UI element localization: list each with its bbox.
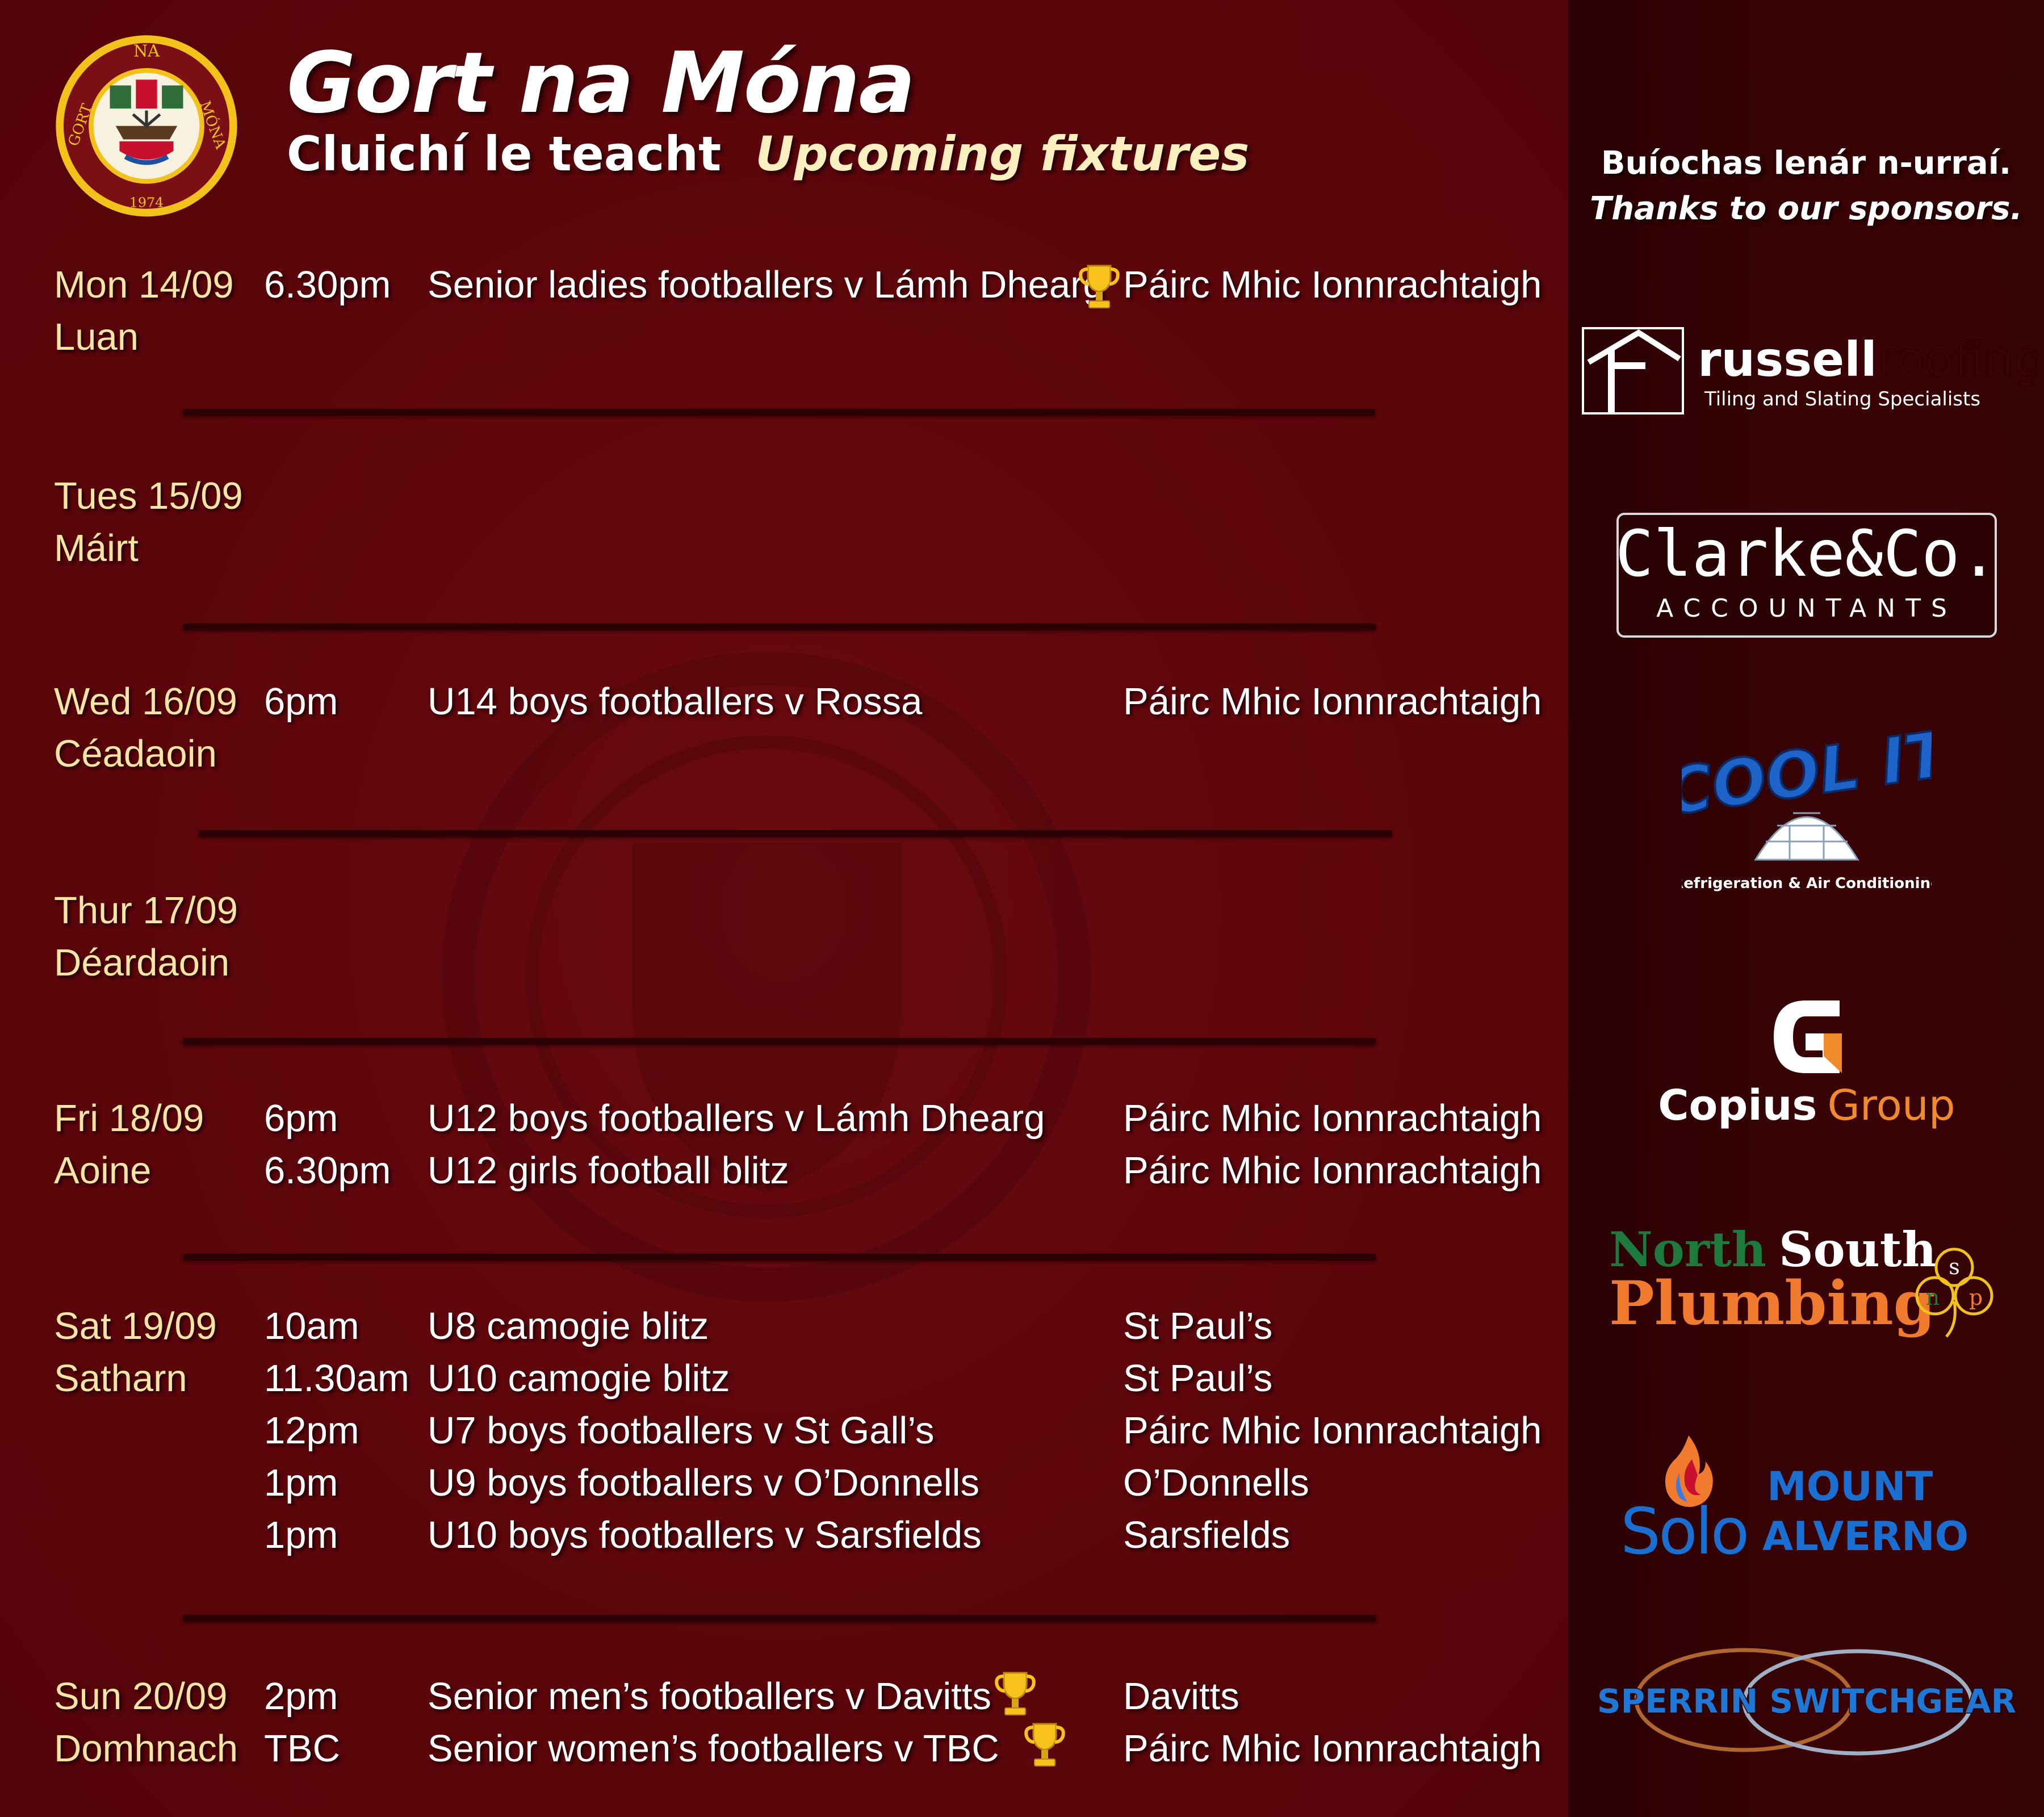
page-title: Gort na Móna [287,34,915,132]
sponsor-cool-it-logo: COOL IT Refrigeration & Air Conditioning [1682,728,1932,892]
subtitle-english: Upcoming fixtures [755,126,1250,182]
fixture-match: U10 boys footballers v Sarsfields [428,1514,982,1556]
clarke-tagline: ACCOUNTANTS [1656,594,1957,623]
trophy-icon [1079,265,1120,308]
fixture-venue: Páirc Mhic Ionnrachtaigh [1123,1097,1542,1140]
page-subtitle: Cluichí le teacht Upcoming fixtures [287,126,1249,182]
fixture-time: 2pm [264,1675,338,1718]
fixture-day-irish: Domhnach [54,1727,238,1770]
sponsor-sperrin-switchgear-logo: SPERRIN SWITCHGEAR [1596,1648,2017,1756]
fixture-day-irish: Céadaoin [54,732,217,775]
trophy-icon [995,1672,1036,1715]
fixture-venue: Davitts [1123,1675,1239,1718]
subtitle-irish: Cluichí le teacht [287,126,722,182]
fixture-date: Fri 18/09 [54,1097,204,1140]
fixture-match: Senior women’s footballers v TBC [428,1727,999,1770]
fixture-date: Sun 20/09 [54,1675,228,1718]
crest-text-top: NA [133,41,160,61]
solo-mount: MOUNT [1767,1463,1933,1510]
svg-text:CopiusGroup: Copius Group [1659,1081,1954,1130]
fixtures-panel: NA GORT MÓNA 1974 Gort na Móna Cluichí l… [0,0,1568,1817]
sponsor-copius-group-logo: Copius Group [1659,1000,1954,1130]
fixture-venue: Páirc Mhic Ionnrachtaigh [1123,680,1542,723]
fixture-venue: O’Donnells [1123,1462,1309,1504]
fixture-date: Mon 14/09 [54,263,234,306]
fixture-venue: St Paul’s [1123,1305,1273,1347]
copius-name-b: Group [1827,1081,1954,1130]
fixture-date: Thur 17/09 [54,889,238,932]
fixture-venue: St Paul’s [1123,1357,1273,1400]
sponsor-russell-roofing-logo: russellroofing Tiling and Slating Specia… [1582,327,2036,415]
sponsor-solo-mount-alverno-logo: Solo MOUNT ALVERNO [1620,1435,1968,1564]
fixture-match: U10 camogie blitz [428,1357,730,1400]
svg-text:russellroofing: russellroofing [1698,332,2036,387]
fixture-venue: Páirc Mhic Ionnrachtaigh [1123,263,1542,306]
club-crest-icon: NA GORT MÓNA 1974 [56,35,237,217]
trophy-icon [1024,1723,1065,1766]
clarke-name: Clarke&Co. [1616,517,1997,591]
solo-name: Solo [1620,1495,1747,1564]
fixture-time: 6.30pm [264,1149,391,1192]
fixture-time: 1pm [264,1462,338,1504]
fixture-match: Senior ladies footballers v Lámh Dhearg [428,263,1104,306]
fixture-venue: Sarsfields [1123,1514,1291,1556]
coolit-name: COOL IT [1682,728,1932,830]
fixture-time: 1pm [264,1514,338,1556]
fixture-time: TBC [264,1727,340,1770]
watermark-crest-icon [441,651,1092,1302]
sponsors-thanks: Buíochas lenár n-urraí. Thanks to our sp… [1568,141,2044,232]
copius-name-a: Copius [1659,1081,1817,1130]
fixture-date: Sat 19/09 [54,1305,217,1347]
northsouth-monogram-n: n [1926,1285,1940,1310]
fixture-day-irish: Déardaoin [54,941,230,984]
fixture-day-irish: Máirt [54,527,139,570]
thanks-english: Thanks to our sponsors. [1590,190,2022,227]
crest-text-year: 1974 [129,194,164,210]
fixture-day-irish: Satharn [54,1357,187,1400]
solo-alverno: ALVERNO [1762,1513,1968,1560]
fixture-time: 10am [264,1305,359,1347]
sponsor-clarke-co-logo: Clarke&Co. ACCOUNTANTS [1616,513,1997,638]
fixture-time: 11.30am [264,1357,409,1400]
fixture-date: Wed 16/09 [54,680,237,723]
fixture-time: 6pm [264,680,338,723]
fixture-match: U12 boys footballers v Lámh Dhearg [428,1097,1045,1140]
fixture-match: U7 boys footballers v St Gall’s [428,1409,935,1452]
russell-tagline: Tiling and Slating Specialists [1704,388,1980,411]
section-divider [183,1038,1376,1045]
sponsor-north-south-plumbing-logo: North South Plumbing s n p [1609,1221,1993,1338]
section-divider [183,1615,1376,1622]
fixture-match: U8 camogie blitz [428,1305,709,1347]
fixture-date: Tues 15/09 [54,475,243,517]
northsouth-monogram-s: s [1949,1254,1960,1279]
section-divider [199,830,1392,837]
russell-name-b: roofing [1877,332,2036,387]
sperrin-name: SPERRIN SWITCHGEAR [1597,1682,2016,1720]
fixture-time: 6pm [264,1097,338,1140]
thanks-irish: Buíochas lenár n-urraí. [1601,145,2012,182]
fixture-venue: Páirc Mhic Ionnrachtaigh [1123,1149,1542,1192]
fixture-time: 6.30pm [264,263,391,306]
fixture-match: U12 girls football blitz [428,1149,789,1192]
fixture-match: U9 boys footballers v O’Donnells [428,1462,979,1504]
fixture-time: 12pm [264,1409,359,1452]
fixture-day-irish: Aoine [54,1149,152,1192]
fixture-match: Senior men’s footballers v Davitts [428,1675,992,1718]
fixture-venue: Páirc Mhic Ionnrachtaigh [1123,1409,1542,1452]
fixture-venue: Páirc Mhic Ionnrachtaigh [1123,1727,1542,1770]
section-divider [183,1254,1376,1261]
northsouth-plumbing: Plumbing [1609,1267,1936,1338]
coolit-tagline: Refrigeration & Air Conditioning [1682,875,1932,892]
section-divider [183,409,1375,416]
fixture-day-irish: Luan [54,316,139,358]
fixture-match: U14 boys footballers v Rossa [428,680,923,723]
northsouth-monogram-p: p [1969,1285,1983,1310]
russell-name-a: russell [1698,332,1877,387]
section-divider [183,623,1376,630]
